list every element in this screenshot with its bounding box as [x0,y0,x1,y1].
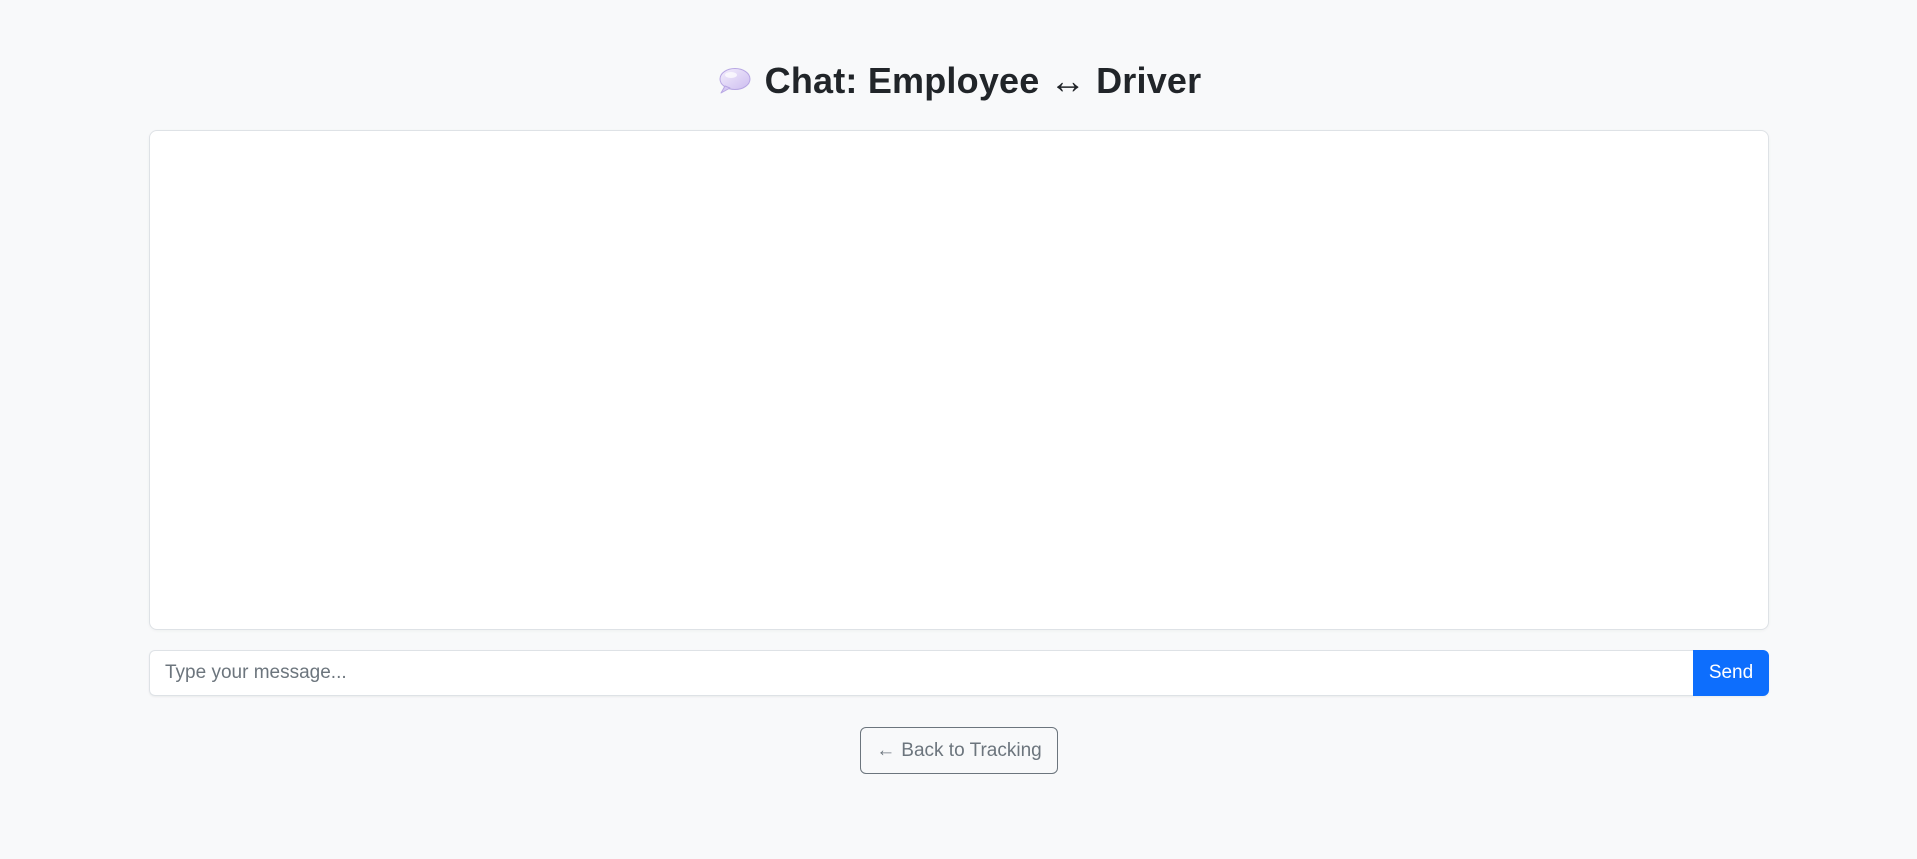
arrow-left-icon: ← [876,739,896,761]
message-composer: Send [149,650,1769,696]
message-input[interactable] [149,650,1693,696]
back-button-label: Back to Tracking [901,739,1042,761]
back-navigation: ← Back to Tracking [149,727,1769,774]
send-button[interactable]: Send [1693,650,1769,696]
page-header: Chat: Employee ↔ Driver [149,56,1769,106]
speech-balloon-icon [717,67,751,95]
page-title: Chat: Employee ↔ Driver [764,60,1202,101]
back-to-tracking-button[interactable]: ← Back to Tracking [860,727,1058,774]
chat-messages-panel[interactable] [149,130,1769,630]
